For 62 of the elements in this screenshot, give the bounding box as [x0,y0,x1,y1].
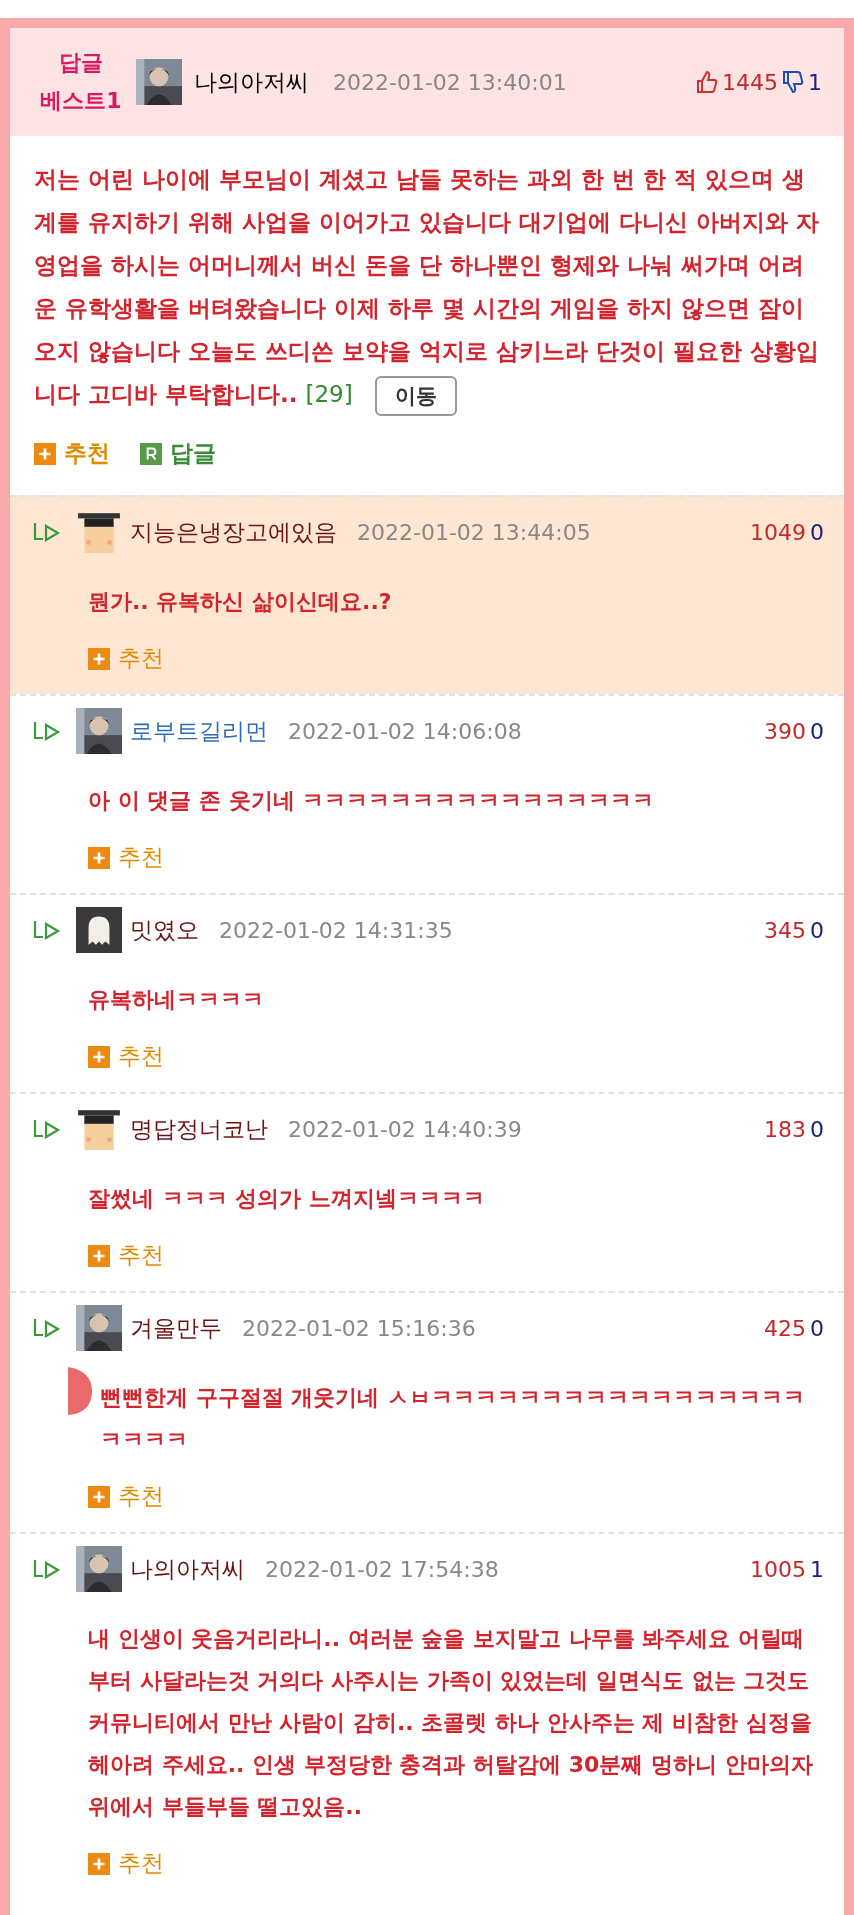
downvote-count: 0 [810,1116,824,1142]
username[interactable]: 나의아저씨 [194,66,309,98]
plus-icon [88,846,110,869]
comment-text: 내 인생이 웃음거리라니.. 여러분 숲을 보지말고 나무를 봐주세요 어릴때부터 사달라는것 거의다 사주시는 가족이 있었는데 일면식도 없는 그것도 커뮤니티에서 만난 사람이 감히.. 초콜렛 하나 안사주는 제 비참한 심정을 헤아려 주세요.. 인생 부정당한 충격과 허탈감에 30분째 멍하니 안마의자 위에서 부들부들 떨고있음.. [88,1625,814,1821]
plus-icon [34,442,56,465]
ghost-icon [76,907,122,953]
username[interactable]: 로부트길리먼 [130,715,268,747]
comment-text: 유복하네ㅋㅋㅋㅋ [88,986,265,1014]
upvote-count: 425 [764,1315,806,1341]
reply-button[interactable]: 답글 [140,438,216,469]
timestamp: 2022-01-02 15:16:36 [242,1315,476,1341]
best-label: 베스트1 [39,87,123,115]
downvote-count: 0 [810,718,824,744]
reply-arrow-icon [32,1558,62,1580]
reply-arrow-icon [32,521,62,543]
timestamp: 2022-01-02 17:54:38 [265,1556,499,1582]
reply-arrow-icon [32,919,62,941]
upvote-count: 1049 [750,519,806,545]
recommend-button[interactable]: 추천 [34,438,110,469]
username[interactable]: 밋였오 [130,914,199,946]
comment-text: 뭔가.. 유복하신 삶이신데요..? [88,588,393,616]
r-icon [140,442,162,465]
timestamp: 2022-01-02 14:06:08 [288,718,522,744]
timestamp: 2022-01-02 13:44:05 [357,519,591,545]
upvote-count: 1005 [750,1556,806,1582]
timestamp: 2022-01-02 13:40:01 [333,69,567,95]
upvote-count: 345 [764,917,806,943]
move-button[interactable]: 이동 [374,375,457,416]
plus-icon [88,1485,110,1508]
username[interactable]: 지능은냉장고에있음 [130,516,337,548]
recommend-button[interactable]: 추천 [88,1041,164,1072]
timestamp: 2022-01-02 14:31:35 [219,917,453,943]
plus-icon [88,1852,110,1875]
timestamp: 2022-01-02 14:40:39 [288,1116,522,1142]
downvote-count: 1 [810,1556,824,1582]
plus-icon [88,647,110,670]
comment-text: 잘썼네 ㅋㅋㅋ 성의가 느껴지넼ㅋㅋㅋㅋ [88,1185,486,1213]
reply-arrow-icon [32,1317,62,1339]
downvote-count: 0 [810,519,824,545]
downvote-count: 0 [810,1315,824,1341]
username[interactable]: 명답정너코난 [130,1113,268,1145]
thumbs-down-icon[interactable] [782,70,804,94]
upvote-count: 1445 [722,69,778,95]
upvote-count: 390 [764,718,806,744]
recommend-button[interactable]: 추천 [88,1848,164,1879]
recommend-button[interactable]: 추천 [88,842,164,873]
downvote-count: 1 [808,69,822,95]
recommend-button[interactable]: 추천 [88,1240,164,1271]
reply-arrow-icon [32,720,62,742]
comment-text: 뻔뻔한게 구구절절 개웃기네 ㅅㅂㅋㅋㅋㅋㅋㅋㅋㅋㅋㅋㅋㅋㅋㅋㅋㅋㅋㅋㅋㅋㅋ [100,1384,806,1454]
username[interactable]: 나의아저씨 [130,1553,245,1585]
upvote-count: 183 [764,1116,806,1142]
comment-text: 아 이 댓글 존 웃기네 ㅋㅋㅋㅋㅋㅋㅋㅋㅋㅋㅋㅋㅋㅋㅋㅋ [88,787,656,815]
username[interactable]: 겨울만두 [130,1312,222,1344]
best-label: 답글 [58,49,104,77]
comment-text: 저는 어린 나이에 부모님이 계셨고 남들 못하는 과외 한 번 한 적 있으며 생계를 유지하기 위해 사업을 이어가고 있습니다 대기업에 다니신 아버지와 자영업을 하시는 어머니께서 버신 돈을 단 하나뿐인 형제와 나눠 써가며 어려운 유학생활을 버텨왔습니다 이제 하루 몇 시간의 게임을 하지 않으면 잠이 오지 않습니다 오늘도 쓰디쓴 보약을 억지로 삼키느라 단것이 필요한 상황입니다 고디바 부탁합니다.. [29] 이동 [34,158,824,416]
plus-icon [88,1045,110,1068]
recommend-button[interactable]: 추천 [88,1481,164,1512]
plus-icon [88,1244,110,1267]
downvote-count: 0 [810,917,824,943]
thumbs-up-icon[interactable] [696,70,718,94]
reply-arrow-icon [32,1118,62,1140]
